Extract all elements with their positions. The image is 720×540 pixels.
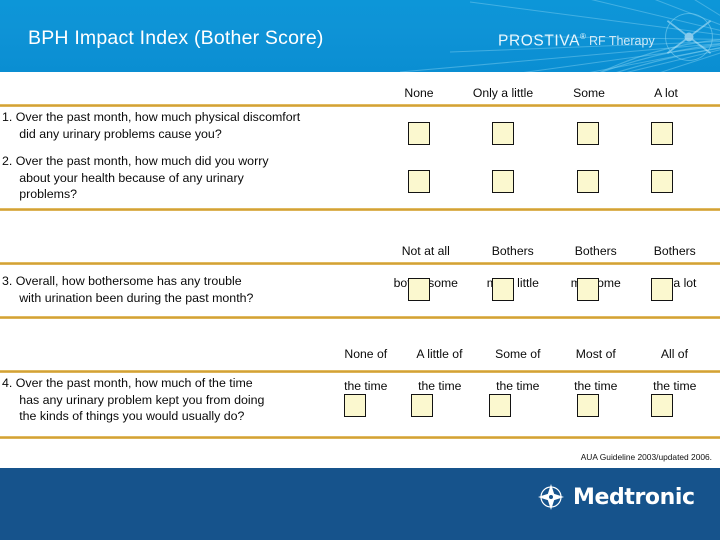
column-header-g3-o3: Some of the time <box>470 330 552 410</box>
source-citation: AUA Guideline 2003/updated 2006. <box>580 452 712 462</box>
column-header-line2: the time <box>496 379 540 393</box>
column-header-g3-o2: A little of the time <box>392 330 474 410</box>
divider-rule-top <box>0 104 720 107</box>
column-header-line1: Only a little <box>472 86 534 100</box>
answer-box-q1-o1[interactable] <box>408 122 430 145</box>
column-header-line1: Some of <box>495 347 541 361</box>
page-footer: Medtronic <box>0 468 720 540</box>
brand-name: PROSTIVA <box>498 32 581 50</box>
column-header-line1: Bothers <box>574 244 617 258</box>
answer-box-q1-o4[interactable] <box>651 122 673 145</box>
answer-box-q1-o3[interactable] <box>577 122 599 145</box>
column-header-g1-o4: A lot <box>627 85 705 101</box>
questionnaire-sheet: None Only a little Some A lot 1. Over th… <box>0 72 720 468</box>
answer-box-q2-o1[interactable] <box>408 170 430 193</box>
column-header-line1: None of <box>344 347 388 361</box>
answer-box-q4-o5[interactable] <box>651 394 673 417</box>
question-2-text: 2. Over the past month, how much did you… <box>2 154 269 201</box>
column-header-line2: the time <box>653 379 697 393</box>
column-header-line1: A lot <box>654 86 678 100</box>
divider-rule-after-q3 <box>0 316 720 319</box>
page-title: BPH Impact Index (Bother Score) <box>28 27 324 49</box>
page-header: BPH Impact Index (Bother Score) PROSTIVA… <box>0 0 720 72</box>
column-header-line2: the time <box>418 379 462 393</box>
answer-box-q2-o2[interactable] <box>492 170 514 193</box>
column-header-g1-o3: Some <box>548 85 630 101</box>
answer-box-q3-o4[interactable] <box>651 278 673 301</box>
column-header-line1: Some <box>573 86 605 100</box>
answer-box-q4-o1[interactable] <box>344 394 366 417</box>
answer-box-q3-o2[interactable] <box>492 278 514 301</box>
column-header-line1: Most of <box>575 347 616 361</box>
answer-box-q4-o4[interactable] <box>577 394 599 417</box>
answer-box-q2-o4[interactable] <box>651 170 673 193</box>
prostiva-brand-lockup: PROSTIVA® RF Therapy <box>498 32 655 50</box>
column-header-line1: None <box>404 86 434 100</box>
medtronic-emblem-icon <box>538 484 564 510</box>
medtronic-logo-lockup: Medtronic <box>536 482 695 512</box>
prostiva-mark-icon <box>665 13 713 61</box>
column-header-g1-o1: None <box>381 85 457 101</box>
question-1-text: 1. Over the past month, how much physica… <box>2 110 301 141</box>
answer-box-q4-o2[interactable] <box>411 394 433 417</box>
answer-box-q3-o1[interactable] <box>408 278 430 301</box>
answer-box-q2-o3[interactable] <box>577 170 599 193</box>
column-header-line1: Not at all <box>401 244 450 258</box>
column-header-g1-o2: Only a little <box>453 85 553 101</box>
column-header-line1: Bothers <box>653 244 696 258</box>
brand-registered-mark: ® <box>580 32 586 41</box>
medtronic-wordmark: Medtronic <box>573 484 695 510</box>
answer-box-q1-o2[interactable] <box>492 122 514 145</box>
question-3-text: 3. Overall, how bothersome has any troub… <box>2 274 254 305</box>
divider-rule-bottom <box>0 436 720 439</box>
column-header-line2: the time <box>574 379 618 393</box>
brand-subtitle: RF Therapy <box>588 34 655 49</box>
column-header-line2: the time <box>344 379 388 393</box>
column-header-line1: Bothers <box>491 244 534 258</box>
column-header-line1: All of <box>660 347 688 361</box>
answer-box-q3-o3[interactable] <box>577 278 599 301</box>
question-4-text: 4. Over the past month, how much of the … <box>2 376 265 423</box>
answer-box-q4-o3[interactable] <box>489 394 511 417</box>
column-header-line1: A little of <box>416 347 463 361</box>
divider-rule-after-q2 <box>0 208 720 211</box>
